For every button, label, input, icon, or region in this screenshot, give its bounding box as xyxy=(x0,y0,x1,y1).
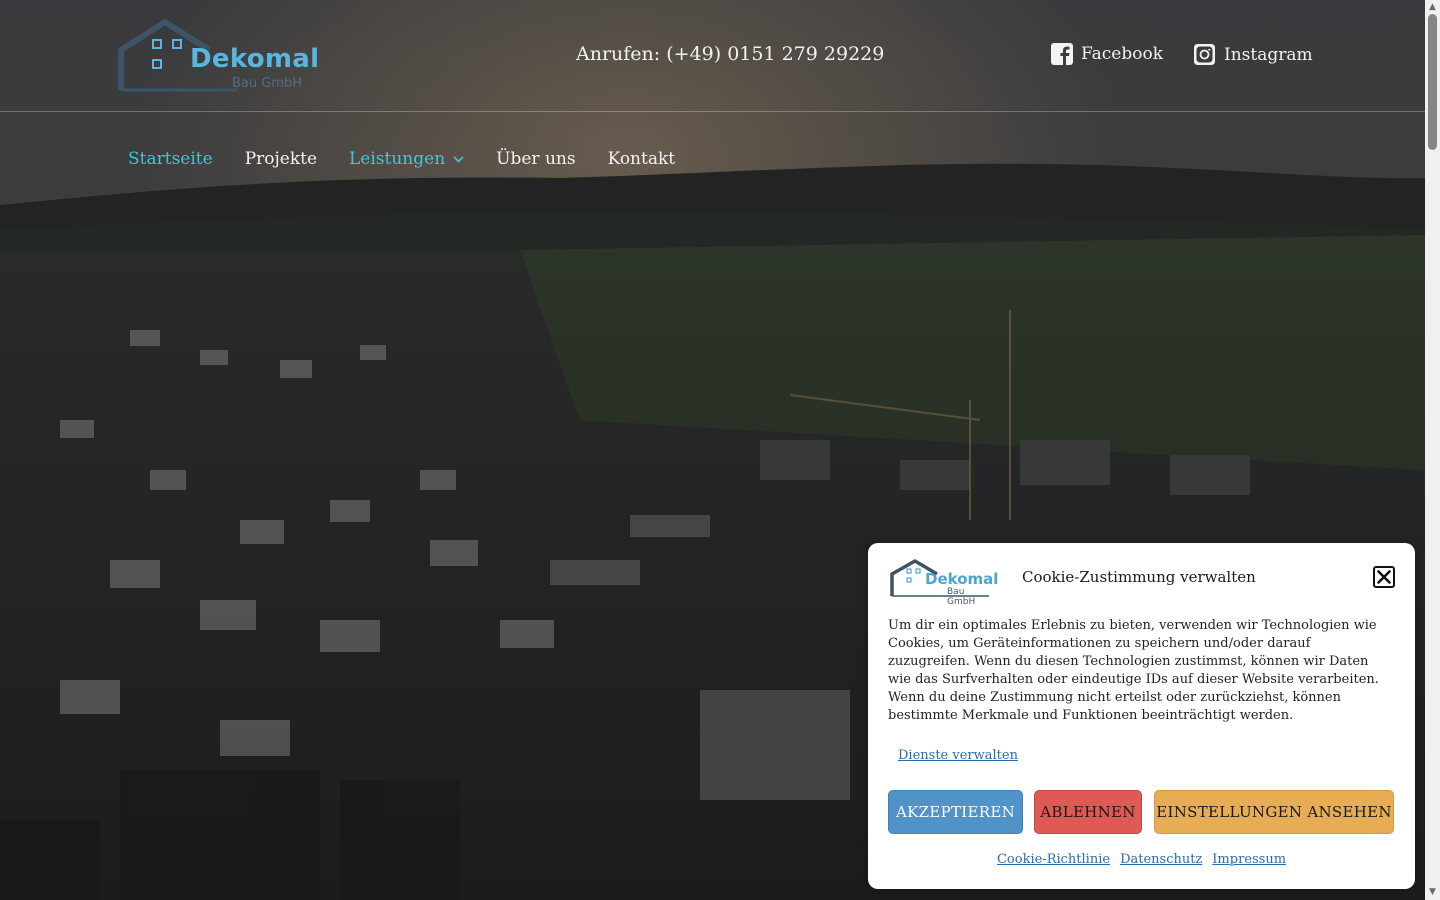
nav-item-kontakt[interactable]: Kontakt xyxy=(608,149,676,169)
scroll-up-arrow-icon[interactable]: ▲ xyxy=(1425,0,1440,15)
cookie-dialog-title: Cookie-Zustimmung verwalten xyxy=(1022,568,1256,586)
nav-label-startseite: Startseite xyxy=(128,149,213,169)
manage-services-link[interactable]: Dienste verwalten xyxy=(898,748,1018,763)
close-icon xyxy=(1373,566,1395,588)
facebook-icon xyxy=(1051,43,1073,65)
instagram-icon xyxy=(1194,44,1215,65)
chevron-down-icon xyxy=(453,155,464,163)
cookie-logo-subtitle: Bau GmbH xyxy=(947,587,976,607)
nav-item-projekte[interactable]: Projekte xyxy=(245,149,317,169)
facebook-link[interactable]: Facebook xyxy=(1051,43,1163,65)
scroll-down-arrow-icon[interactable]: ▼ xyxy=(1425,885,1440,900)
nav-label-kontakt: Kontakt xyxy=(607,149,676,169)
imprint-link[interactable]: Impressum xyxy=(1212,852,1286,867)
logo-wordmark: Dekomal xyxy=(190,44,320,74)
logo-subtitle: Bau GmbH xyxy=(232,76,303,91)
cookie-footer-links: Cookie-Richtlinie Datenschutz Impressum xyxy=(868,852,1415,867)
site-logo[interactable]: Dekomal Bau GmbH xyxy=(117,18,327,96)
view-settings-button[interactable]: EINSTELLUNGEN ANSEHEN xyxy=(1154,790,1394,834)
accept-button[interactable]: AKZEPTIEREN xyxy=(888,790,1023,834)
main-navigation: Startseite Projekte Leistungen Über uns … xyxy=(128,149,707,169)
cookie-policy-link[interactable]: Cookie-Richtlinie xyxy=(997,852,1110,867)
scrollbar-thumb[interactable] xyxy=(1428,14,1437,150)
nav-item-startseite[interactable]: Startseite xyxy=(128,149,213,169)
nav-item-leistungen[interactable]: Leistungen xyxy=(349,149,464,169)
cookie-logo-wordmark: Dekomal xyxy=(925,570,999,588)
instagram-label: Instagram xyxy=(1224,44,1313,65)
page-scrollbar[interactable]: ▲ ▼ xyxy=(1425,0,1440,900)
nav-item-ueber-uns[interactable]: Über uns xyxy=(496,149,575,169)
close-button[interactable] xyxy=(1373,566,1395,588)
instagram-link[interactable]: Instagram xyxy=(1193,43,1313,66)
nav-label-ueber-uns: Über uns xyxy=(496,149,576,169)
phone-link[interactable]: Anrufen: (+49) 0151 279 29229 xyxy=(576,43,884,65)
cookie-consent-dialog: Dekomal Bau GmbH Cookie-Zustimmung verwa… xyxy=(868,543,1415,889)
cookie-description: Um dir ein optimales Erlebnis zu bieten,… xyxy=(888,618,1379,723)
privacy-link[interactable]: Datenschutz xyxy=(1120,852,1202,867)
deny-button[interactable]: ABLEHNEN xyxy=(1034,790,1142,834)
cookie-dialog-logo: Dekomal Bau GmbH xyxy=(889,558,998,607)
facebook-label: Facebook xyxy=(1081,44,1164,64)
nav-label-leistungen: Leistungen xyxy=(349,149,446,169)
site-header: Dekomal Bau GmbH Anrufen: (+49) 0151 279… xyxy=(0,0,1425,112)
nav-label-projekte: Projekte xyxy=(244,149,318,169)
